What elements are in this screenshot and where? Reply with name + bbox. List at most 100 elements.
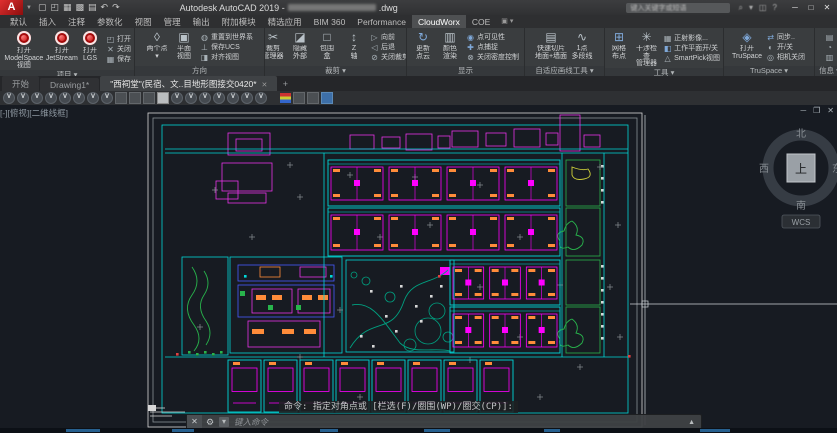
ribbon-tab-输出[interactable]: 输出 <box>187 15 216 28</box>
restore-drawing-icon[interactable]: ❐ <box>813 106 820 115</box>
ribbon-tab-performance[interactable]: Performance <box>351 15 412 28</box>
ribbon-small-button[interactable]: ◐开/关 <box>766 43 805 52</box>
ribbon-tab-参数化[interactable]: 参数化 <box>91 15 129 28</box>
model-space-canvas[interactable]: 上北南西东WCS [-][俯视][二维线框] ─❐✕ 命令: 指定对角点或 [栏… <box>0 105 837 428</box>
close-icon[interactable]: ✕ <box>819 3 835 12</box>
maximize-icon[interactable]: □ <box>803 3 819 12</box>
undo-icon[interactable]: ↶ <box>101 0 109 15</box>
close-tab-icon[interactable]: ✕ <box>262 82 268 89</box>
ribbon-small-button[interactable]: ◎相机关闭 <box>766 53 805 62</box>
file-tab-0[interactable]: 开始 <box>2 76 39 91</box>
search-icon[interactable]: ⌕ <box>738 3 742 13</box>
toolbar-icon-2[interactable]: V <box>31 92 43 104</box>
toolbar-icon-20[interactable] <box>280 93 291 103</box>
ribbon-button[interactable]: 打开 ModelSpace视图 <box>1 29 47 70</box>
ribbon-small-button[interactable]: ▥ <box>825 53 834 62</box>
command-input[interactable]: 键入命令 <box>234 416 268 428</box>
command-line-bar[interactable]: ✕ ⚙ ▾ 键入命令 ▲ <box>186 414 702 428</box>
help-icon[interactable]: ? <box>773 3 777 13</box>
ribbon-tab-默认[interactable]: 默认 <box>4 15 33 28</box>
toolbar-icon-9[interactable] <box>129 92 141 104</box>
ribbon-tab-cloudworx[interactable]: CloudWorx <box>412 15 466 28</box>
toolbar-icon-4[interactable]: V <box>59 92 71 104</box>
close-drawing-icon[interactable]: ✕ <box>827 106 834 115</box>
app-menu-caret-icon[interactable]: ▼ <box>26 5 32 11</box>
toolbar-icon-21[interactable] <box>293 92 305 104</box>
ribbon-panel-title[interactable]: 方向 <box>135 66 264 76</box>
ribbon-button[interactable]: ⊞网格 布点 <box>606 29 632 68</box>
ribbon-small-button[interactable]: ▦保存 <box>106 55 131 64</box>
toolbar-icon-23[interactable] <box>321 92 333 104</box>
toolbar-icon-6[interactable]: V <box>87 92 99 104</box>
ribbon-small-button[interactable]: ◍重置到世界系 <box>200 33 253 42</box>
ribbon-small-button[interactable]: ▷向前 <box>370 33 407 42</box>
ribbon-tab-附加模块[interactable]: 附加模块 <box>216 15 262 28</box>
apps-store-icon[interactable]: ◫ <box>759 3 767 13</box>
ribbon-small-button[interactable]: ⇄同步.. <box>766 33 805 42</box>
save-icon[interactable]: ▦ <box>63 0 72 15</box>
ribbon-tab-管理[interactable]: 管理 <box>158 15 187 28</box>
ribbon-small-button[interactable]: △SmartPick视图 <box>663 54 720 63</box>
ribbon-button[interactable]: ↻更新 点云 <box>410 29 436 66</box>
ribbon-tab-视图[interactable]: 视图 <box>129 15 158 28</box>
ribbon-tab-插入[interactable]: 插入 <box>33 15 62 28</box>
ribbon-small-button[interactable]: ▦正射影像... <box>663 34 720 43</box>
ribbon-button[interactable]: ↕Z 轴 <box>341 29 367 66</box>
toolbar-icon-12[interactable]: V <box>171 92 183 104</box>
toolbar-icon-8[interactable] <box>115 92 127 104</box>
minimize-drawing-icon[interactable]: ─ <box>800 106 806 115</box>
ribbon-small-button[interactable]: ◔ <box>825 43 834 52</box>
minimize-icon[interactable]: ─ <box>787 3 803 12</box>
ribbon-button[interactable]: 打开 LGS <box>77 29 103 70</box>
ribbon-button[interactable]: 打开 JetStream <box>48 29 76 70</box>
ribbon-panel-title[interactable]: 裁剪 ▾ <box>265 66 406 76</box>
toolbar-icon-5[interactable]: V <box>73 92 85 104</box>
ribbon-button[interactable]: ◈打开 TruSpace <box>731 29 763 66</box>
toolbar-icon-3[interactable]: V <box>45 92 57 104</box>
autocad-logo[interactable]: A <box>0 0 23 15</box>
toolbar-icon-17[interactable]: V <box>241 92 253 104</box>
ribbon-tab-注释[interactable]: 注释 <box>62 15 91 28</box>
ribbon-button[interactable]: ◪隐藏 外部 <box>287 29 313 66</box>
search-box[interactable]: 键入关键字或短语 <box>626 3 730 13</box>
toolbar-icon-7[interactable]: V <box>101 92 113 104</box>
ribbon-small-button[interactable]: ✚点捕捉 <box>466 43 519 52</box>
ribbon-overflow-icon[interactable]: ▣ ▾ <box>496 15 518 28</box>
toolbar-icon-1[interactable]: V <box>17 92 29 104</box>
toolbar-icon-22[interactable] <box>307 92 319 104</box>
ribbon-panel-title[interactable]: 项目 ▾ <box>0 70 134 77</box>
ribbon-small-button[interactable]: ✕关闭 <box>106 45 131 54</box>
toolbar-icon-18[interactable]: V <box>255 92 267 104</box>
customize-wrench-icon[interactable]: ⚙ <box>202 417 218 428</box>
toolbar-icon-0[interactable]: V <box>3 92 15 104</box>
toolbar-icon-14[interactable]: V <box>199 92 211 104</box>
ribbon-panel-title[interactable]: 工具 ▾ <box>605 68 723 77</box>
ribbon-panel-title[interactable]: 信息 ▾ <box>815 66 837 76</box>
ribbon-button[interactable]: ▣平面 视图 <box>171 29 197 66</box>
ribbon-panel-title[interactable]: TruSpace ▾ <box>724 66 814 76</box>
new-icon[interactable]: ▢ <box>38 0 47 15</box>
ribbon-tab-bim-360[interactable]: BIM 360 <box>308 15 352 28</box>
toolbar-icon-15[interactable]: V <box>213 92 225 104</box>
file-tab-2[interactable]: "西祠堂"(民宿、文..目地形图接交0420*✕ <box>100 76 277 91</box>
expand-history-icon[interactable]: ▲ <box>688 419 695 426</box>
open-icon[interactable]: ◰ <box>50 0 59 15</box>
saveas-icon[interactable]: ▩ <box>76 0 85 15</box>
toolbar-icon-10[interactable] <box>143 92 155 104</box>
file-tab-1[interactable]: Drawing1* <box>40 78 99 91</box>
ribbon-small-button[interactable]: ▤ <box>825 33 834 42</box>
toolbar-icon-13[interactable]: V <box>185 92 197 104</box>
ribbon-button[interactable]: ∿1点 多段线 <box>569 29 595 66</box>
ribbon-button[interactable]: ▥颜色 渲染 <box>437 29 463 66</box>
ribbon-button[interactable]: □包围 盒 <box>314 29 340 66</box>
ribbon-small-button[interactable]: ⊗关闭密度控制 <box>466 53 519 62</box>
ribbon-small-button[interactable]: ⊥保存UCS <box>200 43 253 52</box>
view-cube[interactable]: 上北南西东WCS <box>759 128 837 228</box>
plot-icon[interactable]: ▤ <box>88 0 97 15</box>
ribbon-panel-title[interactable]: 显示 <box>407 66 524 76</box>
ribbon-small-button[interactable]: ◰打开 <box>106 35 131 44</box>
redo-icon[interactable]: ↷ <box>112 0 120 15</box>
ribbon-tab-coe[interactable]: COE <box>466 15 496 28</box>
toolbar-icon-11[interactable] <box>157 92 169 104</box>
ribbon-panel-title[interactable]: 自适应画线工具 ▾ <box>525 66 604 76</box>
